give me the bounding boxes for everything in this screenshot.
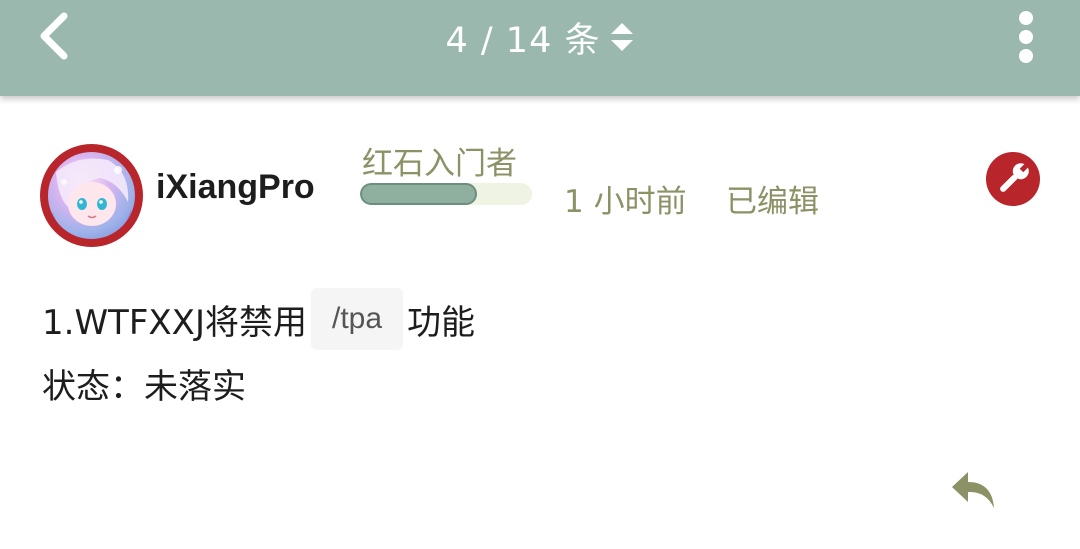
edited-label[interactable]: 已编辑 [726,176,819,221]
post-time: 1 小时前 [564,184,687,220]
wrench-icon [1000,162,1030,192]
reply-icon [952,472,994,508]
username[interactable]: iXiangPro [156,168,315,207]
rank-progress-fill [360,183,477,205]
content-line-2: 状态：未落实 [42,352,1022,414]
content-text: 1.WTFXXJ将禁用 [42,302,307,343]
content-text: 状态：未落实 [42,366,246,407]
top-app-bar: 4 / 14 条 [0,0,1080,96]
content-text: 功能 [407,302,476,343]
admin-tools-button[interactable] [986,152,1040,206]
rank-progress-bar [360,183,532,205]
sort-updown-icon [611,23,634,51]
avatar-image [48,152,135,239]
reply-button[interactable] [948,468,1000,514]
inline-code: /tpa [311,288,404,350]
content-line-1: 1.WTFXXJ将禁用 /tpa 功能 [42,288,1022,350]
rank-title: 红石入门者 [362,146,517,182]
avatar[interactable] [40,144,143,247]
post-card: iXiangPro 红石入门者 1 小时前 已编辑 1.WTFXXJ将禁用 /t… [0,96,1080,549]
post-content: 1.WTFXXJ将禁用 /tpa 功能 状态：未落实 [42,288,1022,414]
post-position-label: 4 / 14 条 [445,20,601,61]
more-options-button[interactable] [1008,10,1044,66]
more-vertical-icon [1019,11,1033,63]
post-position-selector[interactable]: 4 / 14 条 [0,12,1080,62]
